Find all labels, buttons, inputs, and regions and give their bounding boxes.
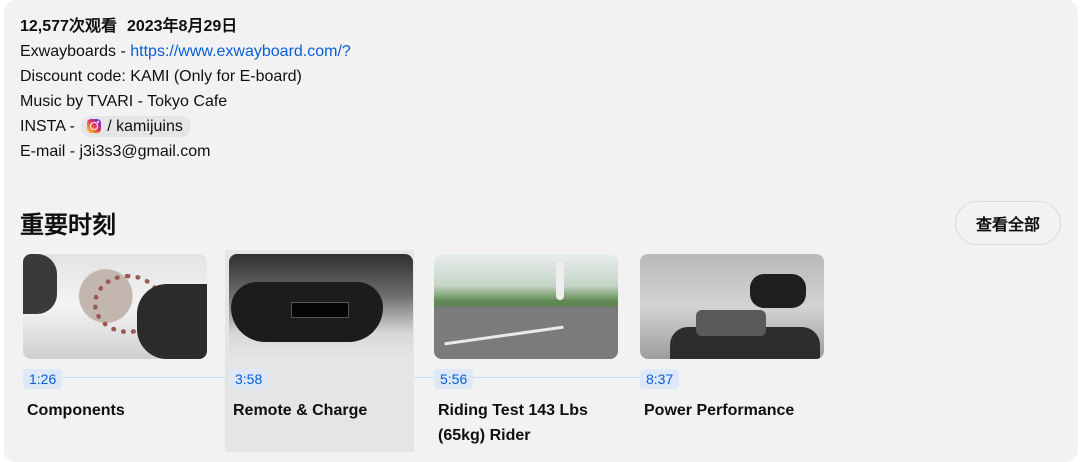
instagram-handle: / kamijuins bbox=[107, 118, 183, 135]
chapter-title[interactable]: Components bbox=[27, 398, 202, 423]
chapter-item[interactable]: 5:56 Riding Test 143 Lbs (65kg) Rider bbox=[430, 250, 619, 452]
chapter-timestamp[interactable]: 3:58 bbox=[229, 369, 269, 389]
insta-label: INSTA - bbox=[20, 118, 80, 135]
description-line-site: Exwayboards - https://www.exwayboard.com… bbox=[20, 39, 351, 64]
description-line-discount: Discount code: KAMI (Only for E-board) bbox=[20, 68, 302, 85]
upload-date: 2023年8月29日 bbox=[126, 18, 238, 35]
key-moments-title: 重要时刻 bbox=[20, 212, 116, 239]
video-description-panel: 12,577次观看 2023年8月29日 Exwayboards - https:… bbox=[4, 0, 1078, 462]
chapter-thumbnail[interactable] bbox=[640, 254, 824, 359]
video-meta: 12,577次观看 2023年8月29日 bbox=[20, 14, 351, 39]
instagram-link-chip[interactable]: / kamijuins bbox=[81, 116, 191, 137]
instagram-icon bbox=[87, 119, 102, 133]
chapter-thumbnail[interactable] bbox=[434, 254, 618, 359]
description-line-email: E-mail - j3i3s3@gmail.com bbox=[20, 143, 211, 160]
site-link[interactable]: https://www.exwayboard.com/? bbox=[130, 43, 351, 60]
chapter-timestamp[interactable]: 5:56 bbox=[434, 369, 474, 389]
description-line-insta: INSTA - / kamijuins bbox=[20, 114, 351, 139]
chapter-item[interactable]: 8:37 Power Performance bbox=[636, 250, 825, 452]
description-line-music: Music by TVARI - Tokyo Cafe bbox=[20, 93, 228, 110]
site-label: Exwayboards - bbox=[20, 43, 131, 60]
chapter-timestamp[interactable]: 1:26 bbox=[23, 369, 63, 389]
chapter-timestamp[interactable]: 8:37 bbox=[640, 369, 680, 389]
chapter-item[interactable]: 1:26 Components bbox=[19, 250, 208, 452]
chapter-title[interactable]: Riding Test 143 Lbs (65kg) Rider bbox=[438, 398, 613, 448]
chapter-title[interactable]: Power Performance bbox=[644, 398, 819, 423]
description-text: 12,577次观看 2023年8月29日 Exwayboards - https:… bbox=[20, 14, 351, 164]
chapter-title[interactable]: Remote & Charge bbox=[233, 398, 408, 423]
view-all-button[interactable]: 查看全部 bbox=[955, 201, 1061, 245]
view-count: 12,577次观看 bbox=[20, 18, 117, 35]
chapter-thumbnail[interactable] bbox=[23, 254, 207, 359]
chapter-thumbnail[interactable] bbox=[229, 254, 413, 359]
chapter-item[interactable]: 3:58 Remote & Charge bbox=[225, 250, 414, 452]
